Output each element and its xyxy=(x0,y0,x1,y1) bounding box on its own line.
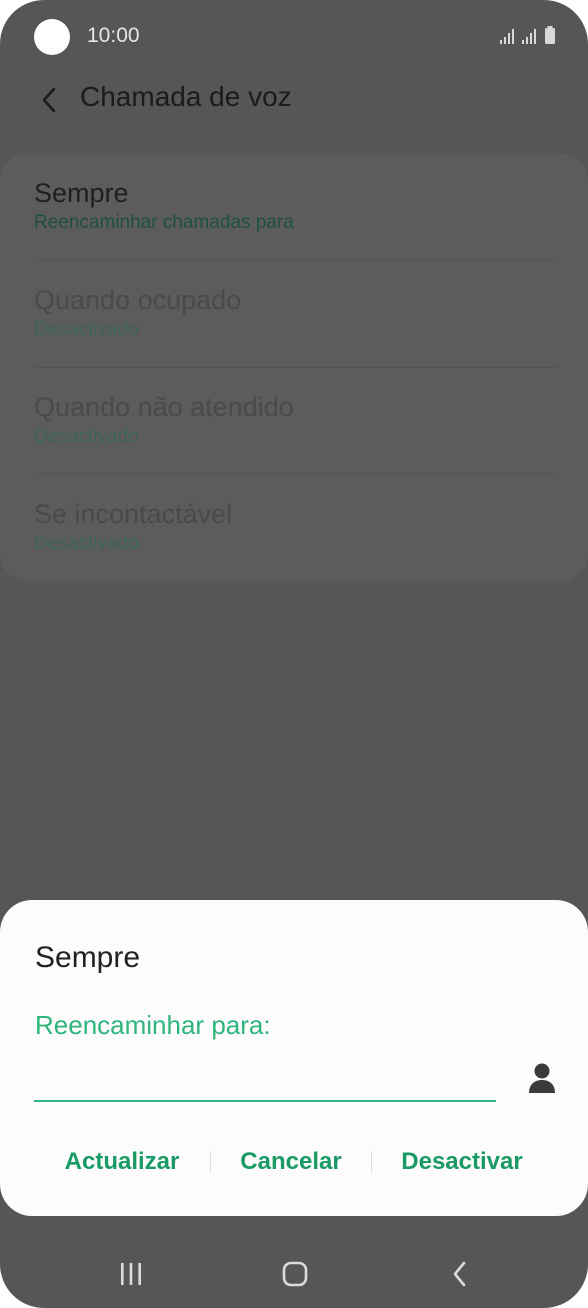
back-button[interactable] xyxy=(30,80,70,120)
list-item-title: Quando não atendido xyxy=(34,392,294,422)
dialog-button-row: Actualizar Cancelar Desactivar xyxy=(34,1140,558,1184)
home-icon xyxy=(282,1261,308,1287)
status-time: 10:00 xyxy=(87,24,140,47)
contacts-button[interactable] xyxy=(524,1060,560,1100)
home-button[interactable] xyxy=(271,1254,319,1294)
list-item-subtitle: Desactivado xyxy=(34,426,139,447)
update-button[interactable]: Actualizar xyxy=(34,1140,210,1184)
deactivate-button[interactable]: Desactivar xyxy=(372,1140,552,1184)
recents-button[interactable] xyxy=(107,1254,155,1294)
cancel-button[interactable]: Cancelar xyxy=(211,1140,371,1184)
signal-icon-2 xyxy=(522,29,536,44)
forwarding-dialog: Sempre Reencaminhar para: Actualizar Can… xyxy=(0,900,588,1216)
battery-icon xyxy=(545,26,555,44)
navigation-bar xyxy=(0,1238,588,1308)
divider xyxy=(34,473,558,474)
status-bar: 10:00 xyxy=(0,0,588,72)
forwarding-options-list: Sempre Reencaminhar chamadas para Quando… xyxy=(0,153,588,581)
divider xyxy=(34,367,558,368)
recents-icon xyxy=(121,1263,141,1285)
dialog-field-label: Reencaminhar para: xyxy=(35,1010,271,1040)
list-item-subtitle: Reencaminhar chamadas para xyxy=(34,212,294,233)
app-bar: Chamada de voz xyxy=(0,72,588,152)
list-item-title: Se incontactável xyxy=(34,499,233,529)
list-item-title: Quando ocupado xyxy=(34,285,242,315)
nav-back-button[interactable] xyxy=(436,1254,484,1294)
camera-cutout xyxy=(34,19,70,55)
list-item-subtitle: Desactivado xyxy=(34,533,139,554)
list-item-quando-nao-atendido[interactable]: Quando não atendido Desactivado xyxy=(34,391,558,449)
phone-screen: 10:00 Chamada de voz Sempre Reencaminhar… xyxy=(0,0,588,1308)
system-icons xyxy=(500,26,556,44)
list-item-se-incontactavel[interactable]: Se incontactável Desactivado xyxy=(34,498,558,556)
dialog-title: Sempre xyxy=(35,941,141,974)
contact-icon xyxy=(529,1063,555,1093)
list-item-title: Sempre xyxy=(34,178,129,208)
signal-icon xyxy=(500,29,514,44)
list-item-subtitle: Desactivado xyxy=(34,319,139,340)
divider xyxy=(34,260,558,261)
back-arrow-icon xyxy=(42,87,56,113)
nav-back-icon xyxy=(453,1261,466,1287)
forward-number-input[interactable] xyxy=(34,1052,496,1102)
page-title: Chamada de voz xyxy=(80,81,292,112)
list-item-quando-ocupado[interactable]: Quando ocupado Desactivado xyxy=(34,284,558,342)
list-item-sempre[interactable]: Sempre Reencaminhar chamadas para xyxy=(34,177,558,235)
